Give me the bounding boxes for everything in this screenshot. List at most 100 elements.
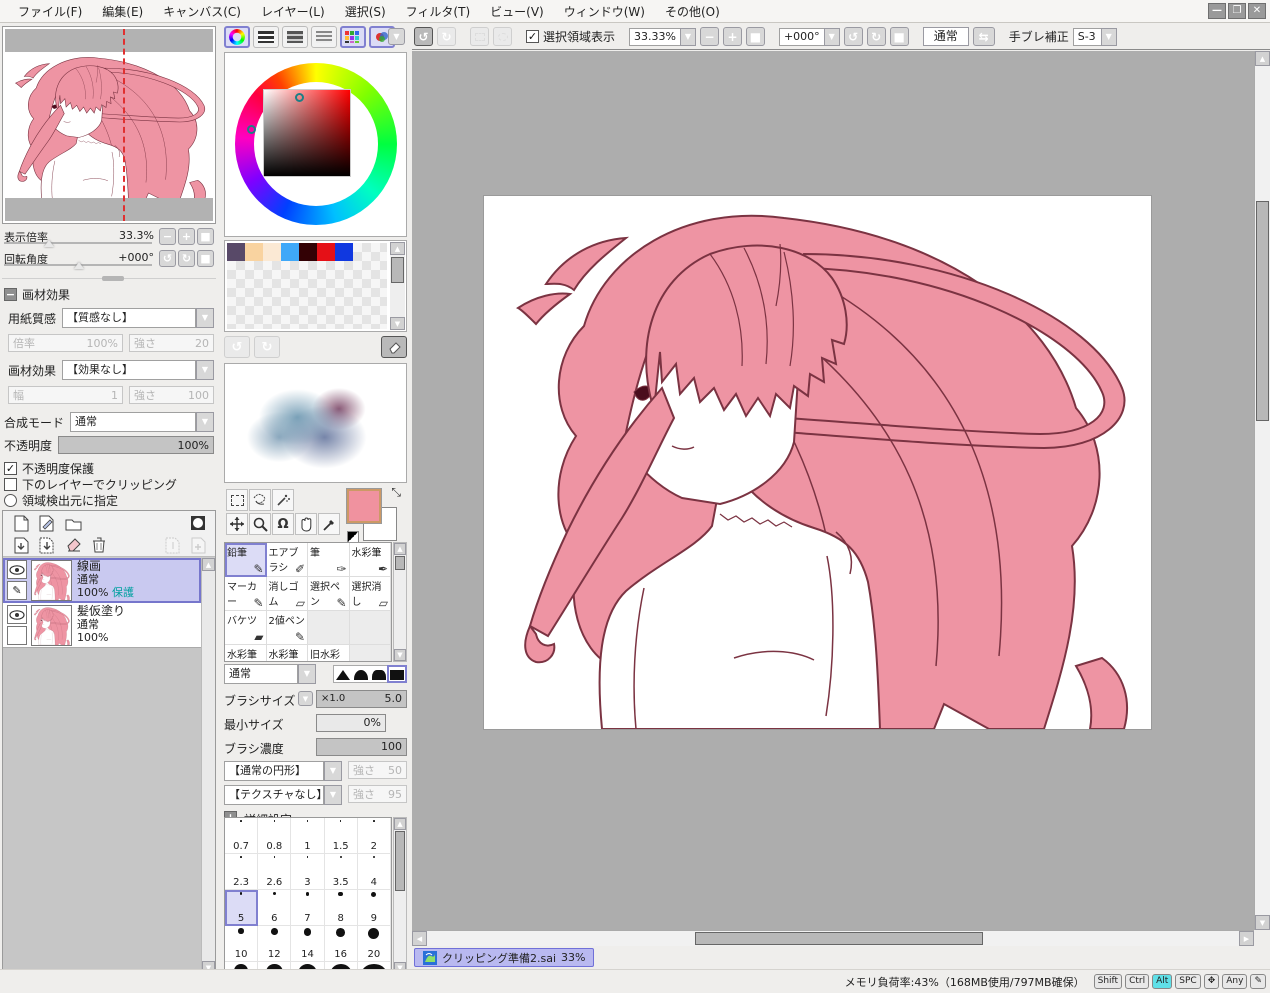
scroll-up-icon[interactable]: ▲ — [1255, 51, 1270, 66]
scroll-up-icon[interactable]: ▲ — [202, 558, 215, 571]
color-swatch[interactable] — [335, 243, 353, 261]
document-tab[interactable]: クリッピング準備2.sai 33% — [414, 948, 595, 967]
layer-item-髪仮塗り[interactable]: 髪仮塗り 通常 100% — [3, 603, 201, 648]
menu-item[interactable]: ビュー(V) — [480, 0, 554, 23]
key-alt[interactable]: Alt — [1152, 974, 1173, 989]
color-swatch[interactable] — [317, 243, 335, 261]
zoom-out-button[interactable]: − — [159, 228, 176, 245]
redo-button[interactable]: ↻ — [437, 27, 456, 46]
scratchpad-redo-button[interactable]: ↻ — [254, 336, 280, 358]
rotate-reset-button[interactable]: ■ — [197, 250, 214, 267]
tool-scroll-thumb[interactable] — [395, 556, 405, 570]
canvas-vscrollbar[interactable]: ▲ ▼ — [1254, 51, 1270, 930]
edge-shape-hard[interactable] — [335, 667, 351, 681]
toggle-swatches-button[interactable] — [340, 26, 366, 48]
layer-paint-mode-box[interactable]: ✎ — [7, 581, 27, 600]
toggle-color-wheel-button[interactable] — [224, 26, 250, 48]
brush-size-0.7[interactable]: 0.7 — [225, 818, 259, 854]
sv-marker[interactable] — [295, 93, 304, 102]
new-layer-button[interactable] — [11, 513, 31, 533]
scratchpad-undo-button[interactable]: ↺ — [224, 336, 250, 358]
brush-shape-dropdown[interactable]: 【通常の円形】 ▼ — [224, 761, 342, 781]
key-spc[interactable]: SPC — [1175, 974, 1201, 989]
layer-mask-button[interactable] — [188, 513, 208, 533]
tool-旧水彩[interactable]: 旧水彩✒ — [308, 645, 350, 661]
menu-item[interactable]: その他(O) — [655, 0, 730, 23]
scroll-left-icon[interactable]: ◀ — [412, 931, 427, 946]
edge-shape-flat[interactable] — [371, 667, 387, 681]
brush-size-7[interactable]: 7 — [291, 890, 325, 926]
merge-down-button[interactable] — [37, 535, 57, 555]
tool-バケツ[interactable]: バケツ ▰ — [225, 611, 267, 645]
scroll-down-icon[interactable]: ▼ — [390, 317, 405, 330]
color-swatch[interactable] — [245, 243, 263, 261]
toggle-color-mixer-button[interactable] — [311, 26, 337, 48]
swap-colors-icon[interactable]: ⤡ — [391, 485, 401, 500]
scroll-down-icon[interactable]: ▼ — [394, 649, 406, 661]
dropdown-arrow-icon[interactable]: ▼ — [324, 761, 342, 781]
delete-layer-button[interactable] — [89, 535, 109, 555]
rotate-cw-button[interactable]: ↻ — [178, 250, 195, 267]
new-linework-layer-button[interactable] — [37, 513, 57, 533]
layer-visibility-toggle[interactable] — [7, 605, 27, 624]
density-slider[interactable]: 100 — [316, 738, 407, 756]
brush-size-6[interactable]: 6 — [258, 890, 292, 926]
swatch-scrollbar[interactable]: ▲ ▼ — [390, 242, 405, 330]
hue-marker[interactable] — [247, 125, 256, 134]
size-scroll-thumb[interactable] — [395, 831, 405, 891]
tool-水彩筆[interactable]: 水彩筆 ✒ — [349, 543, 391, 577]
menu-item[interactable]: 選択(S) — [335, 0, 396, 23]
toggle-hsv-sliders-button[interactable] — [282, 26, 308, 48]
dropdown-arrow-icon[interactable]: ▼ — [324, 785, 342, 805]
view-angle-slider-thumb[interactable] — [74, 262, 84, 269]
rect-select-tool[interactable] — [226, 489, 248, 511]
view-normal-button[interactable]: 通常 — [922, 27, 969, 46]
brush-size-2.3[interactable]: 2.3 — [225, 854, 259, 890]
minimize-button[interactable]: — — [1208, 3, 1226, 19]
dropdown-arrow-icon[interactable]: ▼ — [823, 27, 840, 46]
collapse-effects-button[interactable]: − — [4, 288, 17, 301]
invert-selection-button[interactable] — [493, 27, 512, 46]
stabilizer-combo[interactable]: S-3 ▼ — [1072, 27, 1117, 46]
rotate-view-tool[interactable]: Ω — [272, 513, 294, 535]
tool-エアブラシ[interactable]: エアブラシ ✐ — [266, 543, 308, 577]
region-source-radio[interactable] — [4, 494, 17, 507]
canvas-vscroll-thumb[interactable] — [1256, 201, 1269, 421]
brush-size-4[interactable]: 4 — [357, 854, 391, 890]
canvas-rotate-cw-button[interactable]: ↻ — [866, 27, 886, 46]
key-any[interactable]: Any — [1222, 974, 1248, 989]
min-size-slider[interactable]: 0% — [316, 714, 386, 732]
selection-display-checkbox[interactable]: ✓ — [526, 30, 539, 43]
scroll-up-icon[interactable]: ▲ — [394, 818, 406, 830]
tool-選択消し[interactable]: 選択消し ▱ — [349, 577, 391, 611]
brush-size-3.5[interactable]: 3.5 — [324, 854, 358, 890]
edge-shape-round[interactable] — [353, 667, 369, 681]
divider-handle[interactable] — [102, 276, 124, 281]
paper-texture-dropdown[interactable]: 【質感なし】 ▼ — [62, 308, 214, 328]
layer-list-vscrollbar[interactable]: ▲ ▼ — [201, 558, 215, 974]
menu-item[interactable]: 編集(E) — [92, 0, 153, 23]
swatch-scroll-thumb[interactable] — [391, 257, 404, 283]
layer-visibility-toggle[interactable] — [7, 560, 27, 579]
zoom-reset-button[interactable]: ■ — [197, 228, 214, 245]
menu-item[interactable]: ファイル(F) — [8, 0, 92, 23]
tool-鉛筆[interactable]: 鉛筆 ✎ — [225, 543, 267, 577]
view-zoom-slider[interactable] — [4, 242, 152, 244]
brush-size-unit-button[interactable]: ▼ — [298, 691, 313, 706]
brush-size-20[interactable]: 20 — [357, 926, 391, 962]
scroll-up-icon[interactable]: ▲ — [394, 543, 406, 555]
dropdown-arrow-icon[interactable]: ▼ — [298, 664, 316, 684]
brush-size-1[interactable]: 1 — [291, 818, 325, 854]
view-zoom-slider-thumb[interactable] — [44, 240, 54, 247]
opacity-protect-checkbox[interactable]: ✓ — [4, 462, 17, 475]
brush-size-slider[interactable]: ×1.0 5.0 — [316, 690, 407, 708]
hand-tool[interactable] — [295, 513, 317, 535]
restore-button[interactable]: ❐ — [1228, 3, 1246, 19]
canvas-hscroll-thumb[interactable] — [695, 932, 983, 945]
color-swatch[interactable] — [299, 243, 317, 261]
canvas-zoom-out-button[interactable]: − — [699, 27, 719, 46]
edge-shape-square[interactable] — [387, 665, 407, 683]
transfer-down-button[interactable] — [11, 535, 31, 555]
new-layer-set-button[interactable] — [63, 513, 83, 533]
blend-mode-dropdown[interactable]: 通常 ▼ — [70, 412, 214, 432]
